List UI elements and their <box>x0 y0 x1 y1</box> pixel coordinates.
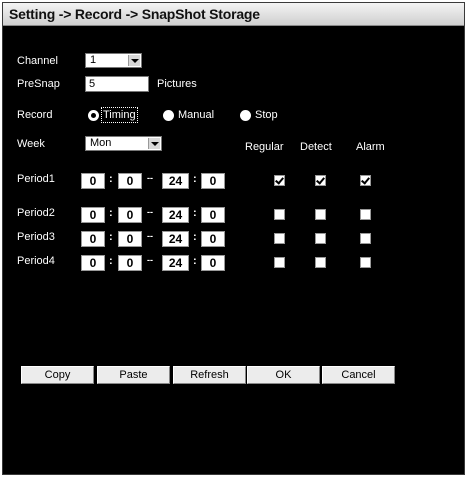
period2-label: Period2 <box>17 207 55 219</box>
record-timing-radio[interactable] <box>88 110 99 121</box>
period3-end-hour[interactable]: 24 <box>162 231 189 247</box>
chevron-down-icon[interactable] <box>148 138 160 149</box>
period1-label: Period1 <box>17 173 55 185</box>
period3-regular-checkbox[interactable] <box>274 233 285 244</box>
period3-detect-checkbox[interactable] <box>315 233 326 244</box>
period4-start-hour[interactable]: 0 <box>81 255 105 271</box>
period4-alarm-checkbox[interactable] <box>360 257 371 268</box>
period1-detect-checkbox[interactable] <box>315 175 326 186</box>
range-separator: -- <box>147 255 153 265</box>
week-label: Week <box>17 138 45 150</box>
record-timing-label[interactable]: Timing <box>101 107 138 123</box>
week-select[interactable]: Mon <box>85 136 162 151</box>
time-separator: : <box>193 231 197 243</box>
period1-regular-checkbox[interactable] <box>274 175 285 186</box>
period4-start-minute[interactable]: 0 <box>118 255 142 271</box>
period1-alarm-checkbox[interactable] <box>360 175 371 186</box>
range-separator: -- <box>147 173 153 183</box>
range-separator: -- <box>147 231 153 241</box>
time-separator: : <box>109 231 113 243</box>
cancel-button[interactable]: Cancel <box>322 366 395 384</box>
period2-start-minute[interactable]: 0 <box>118 207 142 223</box>
channel-label: Channel <box>17 55 58 67</box>
record-label: Record <box>17 109 53 121</box>
period4-detect-checkbox[interactable] <box>315 257 326 268</box>
time-separator: : <box>193 173 197 185</box>
period2-end-minute[interactable]: 0 <box>201 207 225 223</box>
settings-window: Setting -> Record -> SnapShot Storage Ch… <box>2 2 465 475</box>
range-separator: -- <box>147 207 153 217</box>
copy-button[interactable]: Copy <box>21 366 94 384</box>
period4-label: Period4 <box>17 255 55 267</box>
time-separator: : <box>193 207 197 219</box>
period4-end-hour[interactable]: 24 <box>162 255 189 271</box>
column-regular: Regular <box>245 141 284 153</box>
record-manual-radio[interactable] <box>163 110 174 121</box>
paste-button[interactable]: Paste <box>97 366 170 384</box>
period3-end-minute[interactable]: 0 <box>201 231 225 247</box>
time-separator: : <box>193 255 197 267</box>
record-stop-radio[interactable] <box>240 110 251 121</box>
period2-alarm-checkbox[interactable] <box>360 209 371 220</box>
period2-start-hour[interactable]: 0 <box>81 207 105 223</box>
presnap-input[interactable]: 5 <box>85 76 149 92</box>
time-separator: : <box>109 173 113 185</box>
period3-label: Period3 <box>17 231 55 243</box>
period1-start-hour[interactable]: 0 <box>81 173 105 189</box>
period2-regular-checkbox[interactable] <box>274 209 285 220</box>
period4-regular-checkbox[interactable] <box>274 257 285 268</box>
period1-start-minute[interactable]: 0 <box>118 173 142 189</box>
record-manual-label[interactable]: Manual <box>178 109 214 121</box>
window-title: Setting -> Record -> SnapShot Storage <box>9 6 260 22</box>
period3-alarm-checkbox[interactable] <box>360 233 371 244</box>
period3-start-hour[interactable]: 0 <box>81 231 105 247</box>
presnap-unit: Pictures <box>157 78 197 90</box>
column-alarm: Alarm <box>356 141 385 153</box>
refresh-button[interactable]: Refresh <box>173 366 246 384</box>
period3-start-minute[interactable]: 0 <box>118 231 142 247</box>
time-separator: : <box>109 255 113 267</box>
title-bar: Setting -> Record -> SnapShot Storage <box>3 3 464 26</box>
channel-value: 1 <box>90 54 97 66</box>
period1-end-minute[interactable]: 0 <box>201 173 225 189</box>
period2-detect-checkbox[interactable] <box>315 209 326 220</box>
presnap-label: PreSnap <box>17 78 60 90</box>
channel-select[interactable]: 1 <box>85 53 142 68</box>
time-separator: : <box>109 207 113 219</box>
period4-end-minute[interactable]: 0 <box>201 255 225 271</box>
record-stop-label[interactable]: Stop <box>255 109 278 121</box>
period1-end-hour[interactable]: 24 <box>162 173 189 189</box>
week-value: Mon <box>90 137 112 149</box>
period2-end-hour[interactable]: 24 <box>162 207 189 223</box>
column-detect: Detect <box>300 141 332 153</box>
chevron-down-icon[interactable] <box>128 55 140 66</box>
ok-button[interactable]: OK <box>247 366 320 384</box>
